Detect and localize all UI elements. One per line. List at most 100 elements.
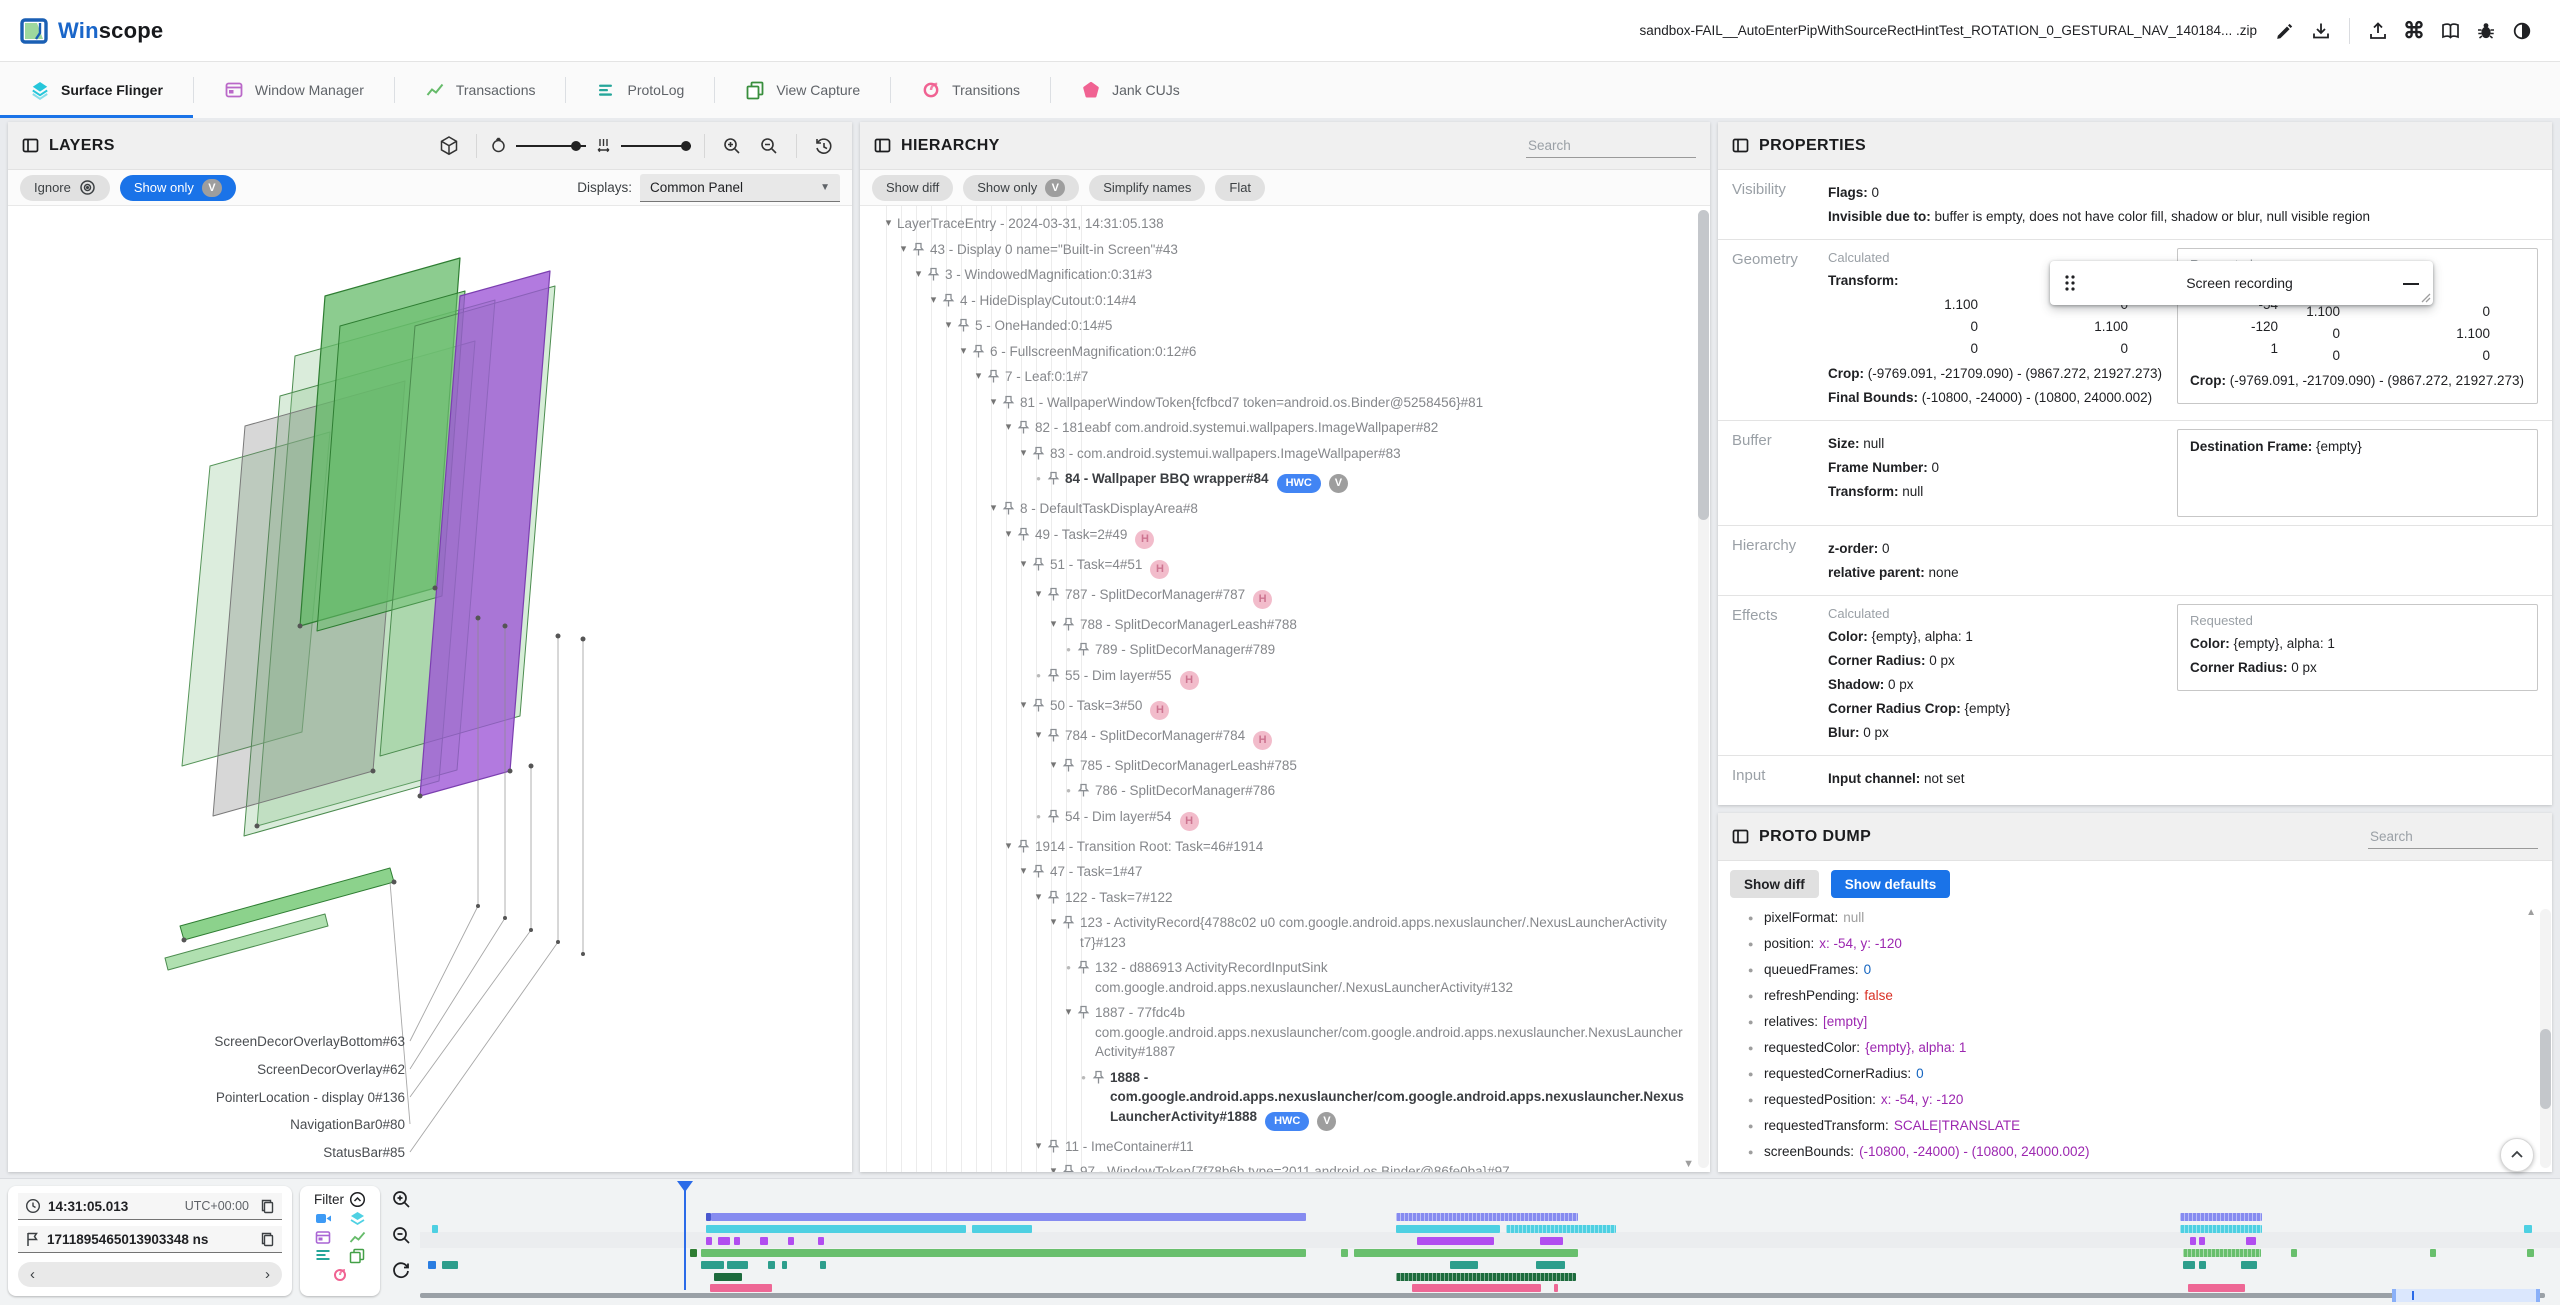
timeline-zoom-out-icon[interactable] [391, 1225, 412, 1246]
tree-node[interactable]: ▾ 49 - Task=2#49 H [860, 522, 1710, 552]
pin-icon[interactable] [957, 316, 975, 333]
surface-flinger-icon[interactable] [349, 1211, 366, 1227]
pin-icon[interactable] [1002, 393, 1020, 410]
tree-node[interactable]: ▾ 50 - Task=3#50 H [860, 693, 1710, 723]
tree-node[interactable]: ▾ 81 - WallpaperWindowToken{fcfbcd7 token… [860, 390, 1710, 416]
expand-arrow-icon[interactable]: ▾ [955, 342, 972, 362]
window-manager-icon[interactable] [315, 1230, 331, 1245]
show-only-button[interactable]: Show only V [119, 174, 236, 201]
screen-recording-icon[interactable] [315, 1211, 332, 1227]
expand-arrow-icon[interactable]: ▾ [1030, 1137, 1047, 1157]
tree-node[interactable]: ▾ 3 - WindowedMagnification:0:31#3 [860, 262, 1710, 288]
view-capture-icon[interactable] [349, 1248, 365, 1264]
pin-icon[interactable] [1047, 585, 1065, 602]
expand-arrow-icon[interactable]: ▾ [925, 291, 942, 311]
tree-node[interactable]: ▾ 1887 - 77fdc4b com.google.android.apps.… [860, 1000, 1710, 1065]
pin-icon[interactable] [1017, 837, 1035, 854]
simplify-names-button[interactable]: Simplify names [1089, 174, 1206, 201]
tree-node[interactable]: ▾ LayerTraceEntry - 2024-03-31, 14:31:05.… [860, 211, 1710, 237]
pin-icon[interactable] [1017, 525, 1035, 542]
expand-arrow-icon[interactable]: ▾ [1015, 555, 1032, 575]
expand-arrow-icon[interactable]: ▾ [1015, 444, 1032, 464]
pin-icon[interactable] [1092, 1068, 1110, 1085]
copy-icon[interactable] [260, 1231, 275, 1247]
tree-node[interactable]: ▾ 5 - OneHanded:0:14#5 [860, 313, 1710, 339]
pin-icon[interactable] [1062, 756, 1080, 773]
ignore-button[interactable]: Ignore [20, 174, 110, 201]
expand-arrow-icon[interactable]: ▾ [1000, 837, 1017, 857]
expand-arrow-icon[interactable]: ▾ [895, 240, 912, 260]
tree-node[interactable]: • 786 - SplitDecorManager#786 [860, 778, 1710, 804]
tree-node[interactable]: ▾ 8 - DefaultTaskDisplayArea#8 [860, 496, 1710, 522]
expand-arrow-icon[interactable]: ▾ [1030, 888, 1047, 908]
pin-icon[interactable] [942, 291, 960, 308]
expand-arrow-icon[interactable]: ▾ [985, 499, 1002, 519]
tab-jank-cujs[interactable]: Jank CUJs [1051, 62, 1210, 118]
tab-view-capture[interactable]: View Capture [715, 62, 890, 118]
pin-icon[interactable] [927, 265, 945, 282]
tree-node[interactable]: • 789 - SplitDecorManager#789 [860, 637, 1710, 663]
expand-arrow-icon[interactable]: ▾ [1015, 862, 1032, 882]
expand-arrow-icon[interactable]: ▾ [985, 393, 1002, 413]
zoom-in-icon[interactable] [718, 132, 746, 160]
collapse-icon[interactable] [349, 1191, 366, 1208]
proto-dump-row[interactable]: ● requestedCornerRadius: 0 [1718, 1061, 2552, 1087]
tree-node[interactable]: ▾ 784 - SplitDecorManager#784 H [860, 723, 1710, 753]
dark-mode-icon[interactable] [2504, 13, 2540, 49]
tab-surface-flinger[interactable]: Surface Flinger [0, 62, 193, 118]
proto-dump-row[interactable]: ● screenBounds: (-10800, -24000) - (10800,… [1718, 1139, 2552, 1165]
pin-icon[interactable] [1047, 726, 1065, 743]
proto-dump-row[interactable]: ● requestedPosition: x: -54, y: -120 [1718, 1087, 2552, 1113]
transactions-icon[interactable] [349, 1230, 366, 1245]
expand-arrow-icon[interactable]: ▾ [1060, 1003, 1077, 1023]
tab-protolog[interactable]: ProtoLog [566, 62, 714, 118]
expand-arrow-icon[interactable]: ▾ [880, 214, 897, 234]
pin-icon[interactable] [987, 367, 1005, 384]
expand-arrow-icon[interactable]: ▾ [1045, 615, 1062, 635]
expand-arrow-icon[interactable]: ▾ [1000, 525, 1017, 545]
3d-cube-icon[interactable] [435, 132, 463, 160]
displays-select[interactable]: Common Panel ▼ [640, 173, 840, 202]
tree-node[interactable]: ▾ 6 - FullscreenMagnification:0:12#6 [860, 339, 1710, 365]
tree-node[interactable]: ▾ 787 - SplitDecorManager#787 H [860, 582, 1710, 612]
expand-arrow-icon[interactable]: ▾ [1045, 756, 1062, 776]
show-diff-button[interactable]: Show diff [1730, 870, 1819, 898]
tree-node[interactable]: ▾ 122 - Task=7#122 [860, 885, 1710, 911]
pin-icon[interactable] [972, 342, 990, 359]
upload-icon[interactable] [2360, 13, 2396, 49]
proto-dump-search-input[interactable] [2368, 824, 2538, 849]
expand-arrow-icon[interactable]: ▾ [1030, 726, 1047, 746]
tree-node[interactable]: ▾ 785 - SplitDecorManagerLeash#785 [860, 753, 1710, 779]
tree-node[interactable]: • 55 - Dim layer#55 H [860, 663, 1710, 693]
proto-dump-scrollbar[interactable] [2540, 909, 2551, 1168]
layer-label[interactable]: ScreenDecorOverlayBottom#63 [214, 1034, 405, 1049]
proto-dump-row[interactable]: ● refreshPending: false [1718, 983, 2552, 1009]
tree-node[interactable]: ▾ 7 - Leaf:0:1#7 [860, 364, 1710, 390]
tree-node[interactable]: ▾ 97 - WindowToken{7f78b6b type=2011 andr… [860, 1159, 1710, 1172]
pin-icon[interactable] [1062, 1162, 1080, 1172]
tree-node[interactable]: • 132 - d886913 ActivityRecordInputSink c… [860, 955, 1710, 1000]
time-field[interactable]: 14:31:05.013 UTC+00:00 [18, 1193, 282, 1220]
pin-icon[interactable] [1062, 615, 1080, 632]
proto-dump-row[interactable]: ● pixelFormat: null [1718, 905, 2552, 931]
layer-label[interactable]: NavigationBar0#80 [290, 1117, 405, 1132]
hierarchy-search-input[interactable] [1526, 133, 1696, 158]
expand-arrow-icon[interactable]: ▾ [940, 316, 957, 336]
tree-node[interactable]: • 84 - Wallpaper BBQ wrapper#84 HWC V [860, 466, 1710, 496]
edit-icon[interactable] [2267, 13, 2303, 49]
documentation-icon[interactable] [2432, 13, 2468, 49]
spacing-slider[interactable] [621, 139, 691, 153]
tree-node[interactable]: • 1888 - com.google.android.apps.nexuslau… [860, 1065, 1710, 1134]
pin-icon[interactable] [912, 240, 930, 257]
tree-node[interactable]: ▾ 123 - ActivityRecord{4788c02 u0 com.goo… [860, 910, 1710, 955]
layer-label[interactable]: StatusBar#85 [323, 1145, 405, 1160]
timeline-reset-zoom-icon[interactable] [391, 1261, 411, 1281]
pin-icon[interactable] [1062, 913, 1080, 930]
screen-recording-window[interactable]: Screen recording [2050, 261, 2433, 305]
rotation-slider[interactable] [516, 139, 586, 153]
tab-transitions[interactable]: Transitions [891, 62, 1050, 118]
tree-node[interactable]: ▾ 4 - HideDisplayCutout:0:14#4 [860, 288, 1710, 314]
pin-icon[interactable] [1032, 444, 1050, 461]
pin-icon[interactable] [1047, 1137, 1065, 1154]
flat-button[interactable]: Flat [1215, 174, 1266, 201]
